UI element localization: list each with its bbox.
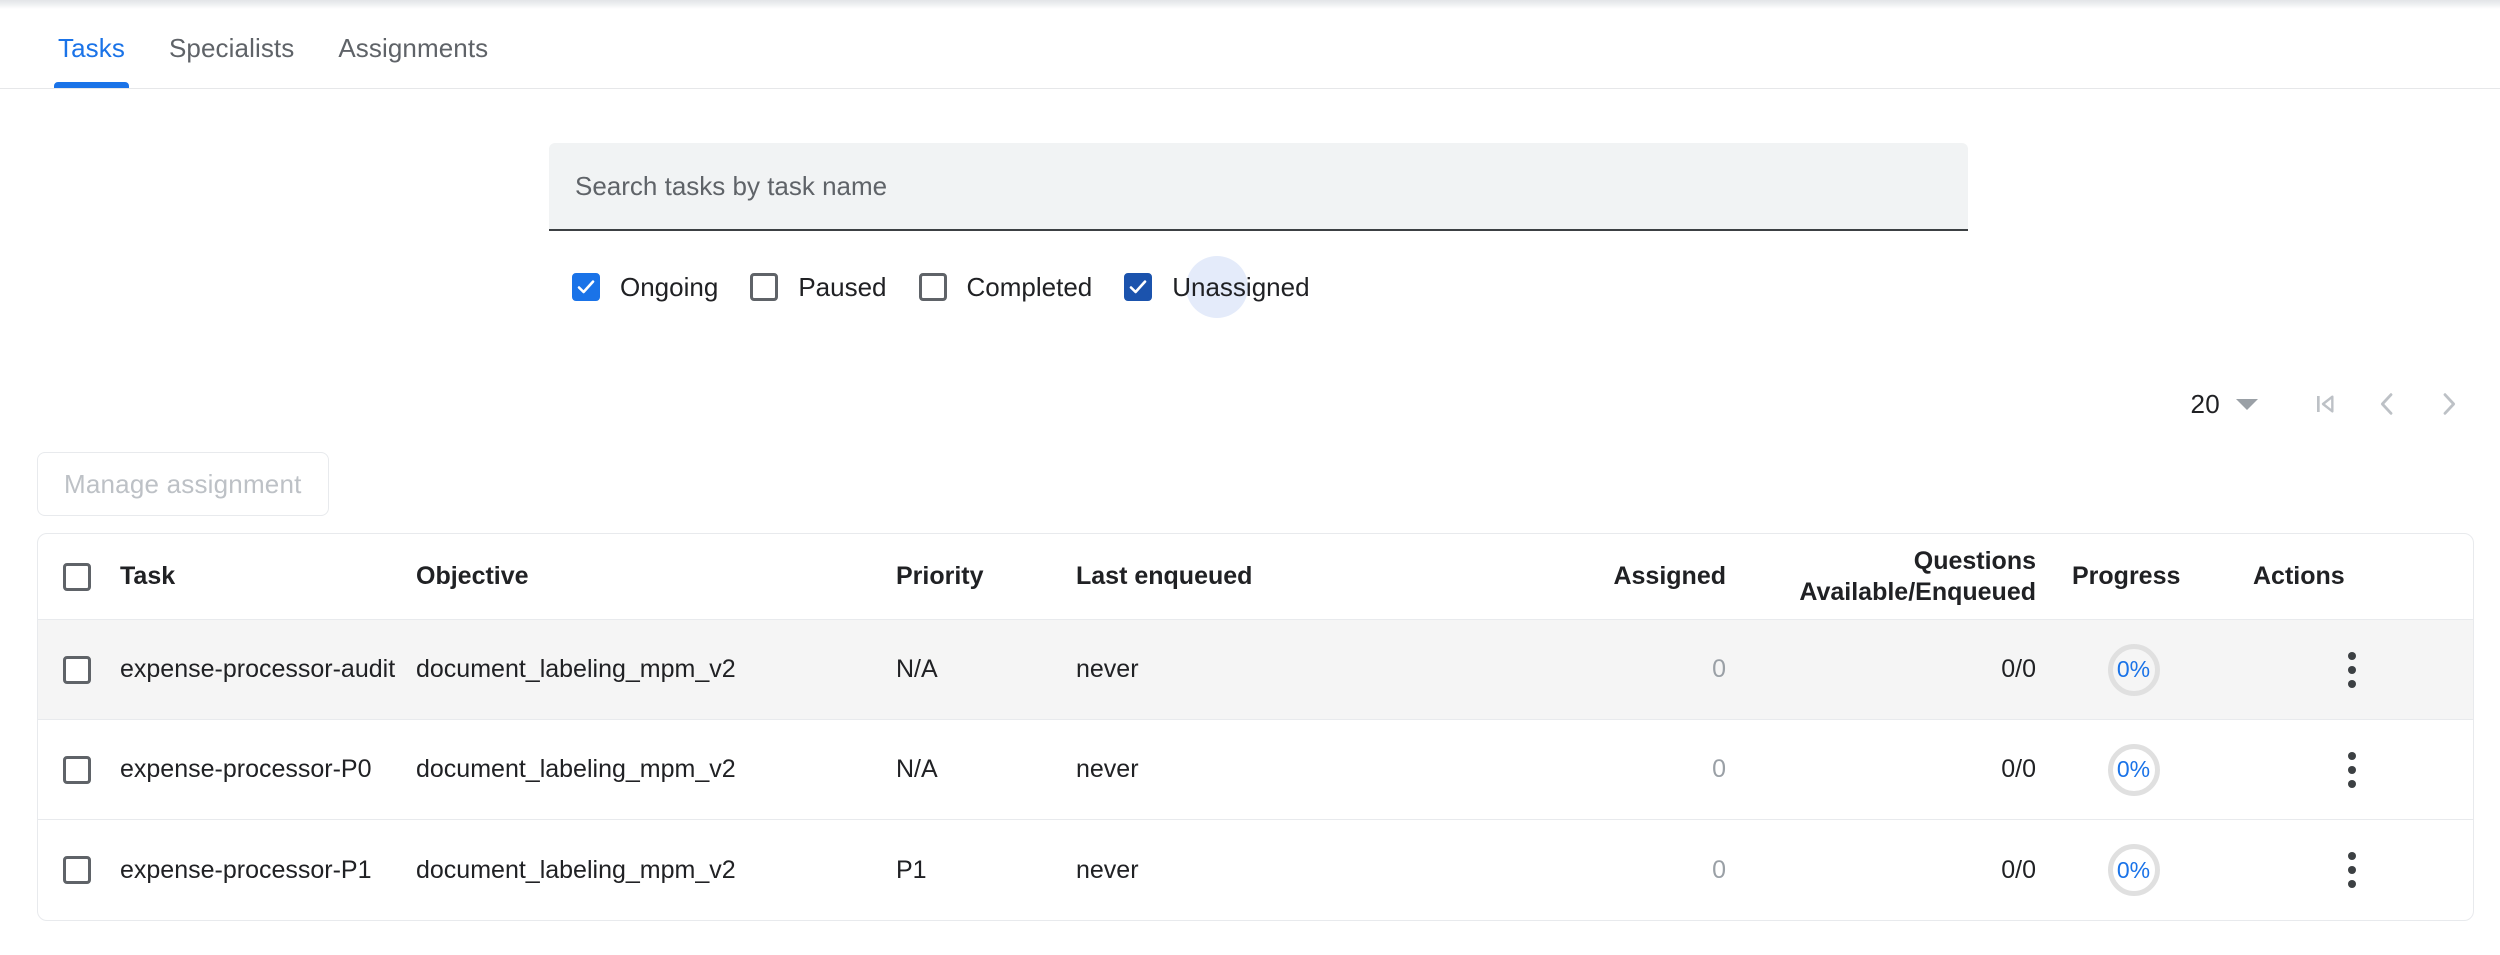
top-scroll-shadow xyxy=(0,0,2500,9)
column-header-assigned: Assigned xyxy=(1396,562,1726,591)
chevron-down-icon xyxy=(2236,399,2258,410)
cell-task: expense-processor-P0 xyxy=(116,755,416,784)
cell-actions xyxy=(2231,644,2473,696)
status-filter-group: Ongoing Paused Completed Unassigned xyxy=(572,258,1310,316)
filter-completed[interactable]: Completed xyxy=(919,272,1093,303)
first-page-icon xyxy=(2309,388,2341,420)
chevron-left-icon xyxy=(2371,388,2403,420)
cell-priority: N/A xyxy=(896,755,1076,784)
manage-assignment-button[interactable]: Manage assignment xyxy=(37,452,329,516)
first-page-button[interactable] xyxy=(2294,373,2356,435)
cell-questions: 0/0 xyxy=(1726,655,2036,684)
column-header-objective: Objective xyxy=(416,562,896,591)
progress-ring: 0% xyxy=(2108,744,2160,796)
cell-progress: 0% xyxy=(2036,644,2231,696)
row-select-cell xyxy=(38,756,116,784)
column-header-actions: Actions xyxy=(2231,562,2473,591)
cell-assigned: 0 xyxy=(1396,655,1726,684)
tab-specialists-label: Specialists xyxy=(169,33,294,64)
filter-paused-label: Paused xyxy=(798,272,886,303)
column-header-questions-line2: Available/Enqueued xyxy=(1726,577,2036,608)
checkbox-unassigned[interactable] xyxy=(1124,273,1152,301)
select-all-cell xyxy=(38,563,116,591)
table-row[interactable]: expense-processor-P0 document_labeling_m… xyxy=(38,720,2473,820)
cell-task: expense-processor-audit xyxy=(116,655,416,684)
cell-priority: P1 xyxy=(896,856,1076,885)
row-actions-menu-icon[interactable] xyxy=(2326,644,2378,696)
page-size-value: 20 xyxy=(2190,389,2220,420)
cell-last-enqueued: never xyxy=(1076,755,1396,784)
column-header-priority: Priority xyxy=(896,562,1076,591)
previous-page-button[interactable] xyxy=(2356,373,2418,435)
cell-progress: 0% xyxy=(2036,744,2231,796)
column-header-questions: Questions Available/Enqueued xyxy=(1726,546,2036,608)
checkbox-paused[interactable] xyxy=(750,273,778,301)
filter-unassigned[interactable]: Unassigned xyxy=(1124,272,1309,303)
row-select-cell xyxy=(38,656,116,684)
tab-list: Tasks Specialists Assignments xyxy=(0,9,2500,88)
chevron-right-icon xyxy=(2433,388,2465,420)
tab-assignments-label: Assignments xyxy=(338,33,488,64)
table-header-row: Task Objective Priority Last enqueued As… xyxy=(38,534,2473,620)
checkbox-select-all[interactable] xyxy=(63,563,91,591)
column-header-questions-line1: Questions xyxy=(1726,546,2036,577)
tab-specialists[interactable]: Specialists xyxy=(147,9,316,88)
filter-paused[interactable]: Paused xyxy=(750,272,886,303)
check-icon xyxy=(1128,277,1148,297)
filter-completed-label: Completed xyxy=(967,272,1093,303)
progress-ring: 0% xyxy=(2108,844,2160,896)
pagination-controls: 20 xyxy=(2190,380,2480,428)
progress-ring: 0% xyxy=(2108,644,2160,696)
cell-last-enqueued: never xyxy=(1076,655,1396,684)
row-select-cell xyxy=(38,856,116,884)
filter-unassigned-label: Unassigned xyxy=(1172,272,1309,303)
cell-objective: document_labeling_mpm_v2 xyxy=(416,655,896,684)
cell-actions xyxy=(2231,844,2473,896)
search-field-wrapper xyxy=(549,143,1968,231)
column-header-last-enqueued: Last enqueued xyxy=(1076,562,1396,591)
cell-assigned: 0 xyxy=(1396,755,1726,784)
cell-last-enqueued: never xyxy=(1076,856,1396,885)
tab-tasks[interactable]: Tasks xyxy=(36,9,147,88)
checkbox-row-select[interactable] xyxy=(63,856,91,884)
cell-questions: 0/0 xyxy=(1726,856,2036,885)
table-row[interactable]: expense-processor-audit document_labelin… xyxy=(38,620,2473,720)
next-page-button[interactable] xyxy=(2418,373,2480,435)
tab-bar: Tasks Specialists Assignments xyxy=(0,9,2500,89)
checkbox-row-select[interactable] xyxy=(63,656,91,684)
cell-progress: 0% xyxy=(2036,844,2231,896)
cell-assigned: 0 xyxy=(1396,856,1726,885)
tasks-table: Task Objective Priority Last enqueued As… xyxy=(37,533,2474,921)
checkbox-row-select[interactable] xyxy=(63,756,91,784)
cell-actions xyxy=(2231,744,2473,796)
checkbox-completed[interactable] xyxy=(919,273,947,301)
cell-priority: N/A xyxy=(896,655,1076,684)
checkbox-ongoing[interactable] xyxy=(572,273,600,301)
check-icon xyxy=(576,277,596,297)
cell-task: expense-processor-P1 xyxy=(116,856,416,885)
tab-tasks-label: Tasks xyxy=(58,33,125,64)
column-header-progress: Progress xyxy=(2036,562,2231,591)
cell-objective: document_labeling_mpm_v2 xyxy=(416,856,896,885)
tab-assignments[interactable]: Assignments xyxy=(316,9,510,88)
filter-ongoing-label: Ongoing xyxy=(620,272,718,303)
table-row[interactable]: expense-processor-P1 document_labeling_m… xyxy=(38,820,2473,920)
column-header-task: Task xyxy=(116,562,416,591)
cell-objective: document_labeling_mpm_v2 xyxy=(416,755,896,784)
filter-ongoing[interactable]: Ongoing xyxy=(572,272,718,303)
row-actions-menu-icon[interactable] xyxy=(2326,744,2378,796)
search-input[interactable] xyxy=(549,143,1968,231)
row-actions-menu-icon[interactable] xyxy=(2326,844,2378,896)
page-size-selector[interactable]: 20 xyxy=(2190,389,2258,420)
cell-questions: 0/0 xyxy=(1726,755,2036,784)
